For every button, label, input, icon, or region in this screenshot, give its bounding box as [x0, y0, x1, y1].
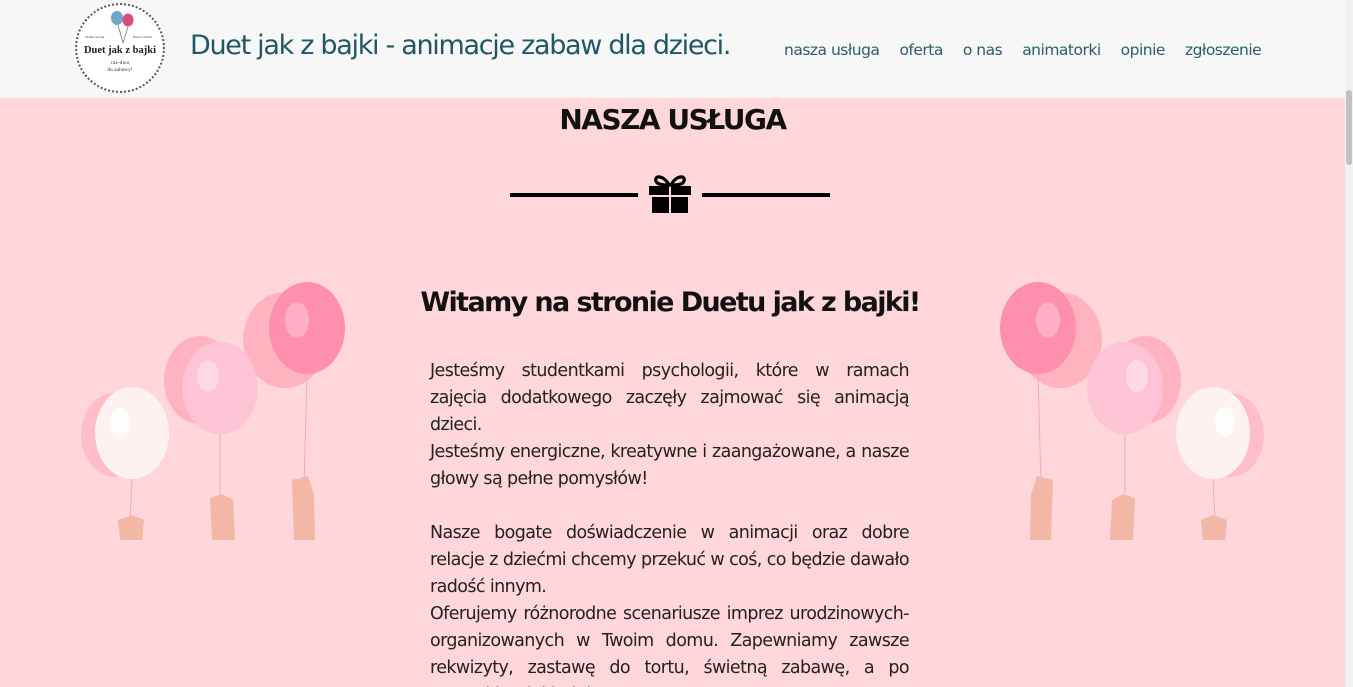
logo-tagline: raz-dwa do zabawy!: [87, 60, 153, 74]
intro-paragraph: Jesteśmy energiczne, kreatywne i zaangaż…: [430, 442, 910, 489]
scrollbar-thumb[interactable]: [1346, 90, 1352, 165]
logo-right-name: Barbara Szmidt: [133, 35, 152, 39]
balloons-image-left: [70, 280, 360, 540]
nav-item-opinie[interactable]: opinie: [1121, 41, 1166, 59]
site-header: Monika Szostak Barbara Szmidt Duet jak z…: [0, 0, 1345, 98]
section-title: NASZA USŁUGA: [559, 103, 787, 136]
nav-item-o-nas[interactable]: o nas: [963, 41, 1003, 59]
site-title[interactable]: Duet jak z bajki - animacje zabaw dla dz…: [190, 30, 731, 61]
page-scrollbar[interactable]: [1345, 0, 1353, 687]
logo-left-name: Monika Szostak: [85, 35, 105, 39]
divider-line-left: [510, 193, 638, 197]
intro-paragraph: Oferujemy różnorodne scenariusze imprez …: [430, 604, 910, 687]
intro-text: Jesteśmy studentkami psychologii, które …: [430, 358, 910, 687]
logo-tagline-line: raz-dwa: [111, 60, 129, 66]
section-divider: [510, 175, 830, 215]
site-logo[interactable]: Monika Szostak Barbara Szmidt Duet jak z…: [75, 3, 165, 93]
balloons-image-right: [985, 280, 1275, 540]
intro-paragraph: Jesteśmy studentkami psychologii, które …: [430, 361, 910, 435]
logo-tagline-line: do zabawy!: [107, 67, 133, 73]
nav-item-oferta[interactable]: oferta: [899, 41, 943, 59]
logo-name: Duet jak z bajki: [83, 45, 157, 56]
intro-paragraph: Nasze bogate doświadczenie w animacji or…: [430, 523, 910, 597]
nav-item-animatorki[interactable]: animatorki: [1022, 41, 1101, 59]
welcome-heading: Witamy na stronie Duetu jak z bajki!: [420, 287, 921, 318]
divider-line-right: [702, 193, 830, 197]
main-nav: nasza usługa oferta o nas animatorki opi…: [784, 41, 1281, 59]
nav-item-nasza-usluga[interactable]: nasza usługa: [784, 41, 880, 59]
nav-item-zgloszenie[interactable]: zgłoszenie: [1185, 41, 1262, 59]
gift-icon: [649, 175, 691, 213]
